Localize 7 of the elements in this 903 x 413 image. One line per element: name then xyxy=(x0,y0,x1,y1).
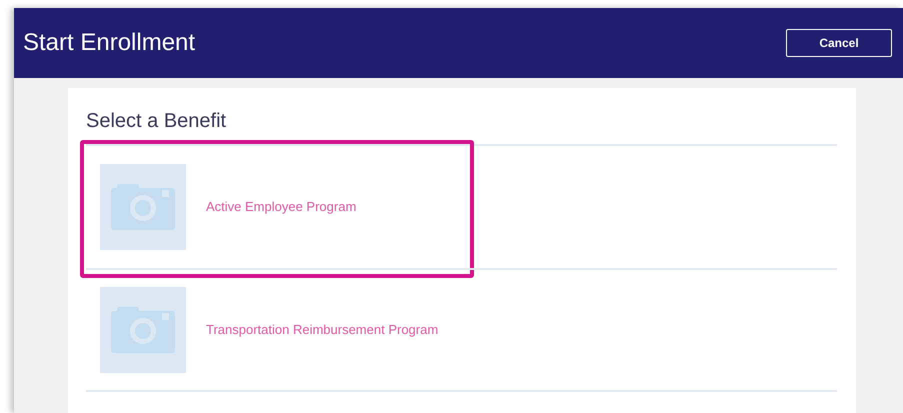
benefit-link[interactable]: Transportation Reimbursement Program xyxy=(206,320,438,340)
window-title: Start Enrollment xyxy=(23,28,196,58)
camera-icon xyxy=(111,184,175,230)
cancel-button[interactable]: Cancel xyxy=(786,29,892,57)
benefit-link[interactable]: Active Employee Program xyxy=(206,197,356,217)
section-title: Select a Benefit xyxy=(86,109,228,134)
camera-icon xyxy=(111,307,175,353)
